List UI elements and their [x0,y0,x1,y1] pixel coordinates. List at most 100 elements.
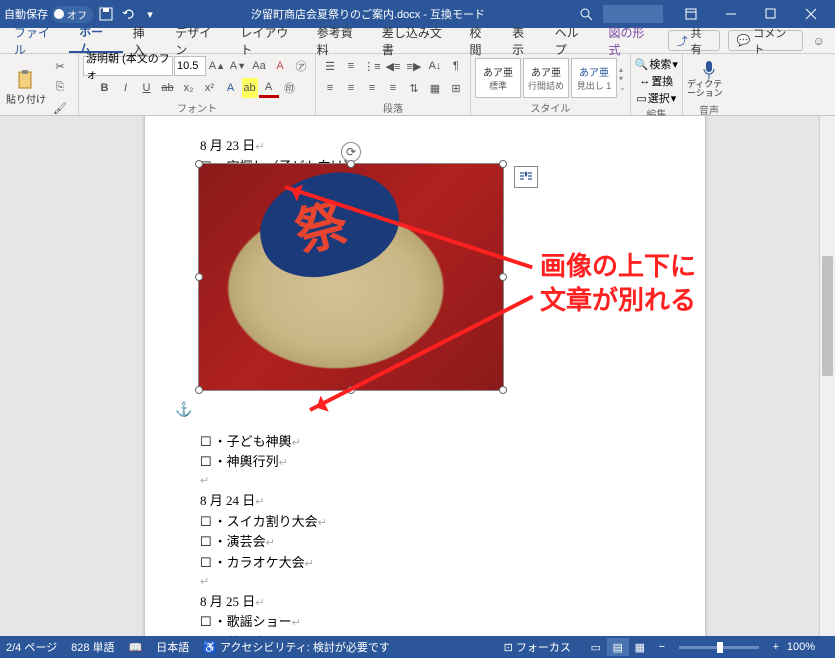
highlight-icon[interactable]: ab [242,78,258,98]
document-area: 8 月 23 日↵ ☐・宝探し（子ども向け）↵ ⟳ ⚓ ☐・子ども神輿↵ ☐・神… [0,116,835,636]
resize-handle[interactable] [499,273,507,281]
zoom-in-icon[interactable]: + [765,638,787,656]
increase-indent-icon[interactable]: ≡▶ [404,56,424,76]
tab-picture-format[interactable]: 図の形式 [599,28,664,53]
web-layout-icon[interactable]: ▦ [629,638,651,656]
autosave-toggle[interactable]: オフ [52,6,93,23]
align-center-icon[interactable]: ≡ [341,78,361,98]
layout-options-icon[interactable] [514,166,538,188]
change-case-icon[interactable]: Aa [249,56,269,76]
tab-references[interactable]: 参考資料 [307,28,372,53]
word-count[interactable]: 828 単語 [71,639,114,655]
voice-label: 音声 [687,102,731,116]
style-heading1[interactable]: あア亜 見出し 1 [571,58,617,98]
multilevel-icon[interactable]: ⋮≡ [362,56,382,76]
account-area[interactable] [603,5,663,23]
borders-icon[interactable]: ⊞ [446,78,466,98]
superscript-icon[interactable]: x² [200,78,220,98]
save-icon[interactable] [97,5,115,23]
find-button[interactable]: 🔍検索▾ [635,56,678,72]
scrollbar-thumb[interactable] [822,256,833,376]
share-button[interactable]: ⤴共有 [668,30,720,51]
zoom-out-icon[interactable]: − [651,638,673,656]
bold-icon[interactable]: B [95,78,115,98]
feedback-icon[interactable]: ☺ [807,28,831,53]
zoom-slider[interactable] [679,646,759,649]
resize-handle[interactable] [347,160,355,168]
shading-icon[interactable]: ▦ [425,78,445,98]
resize-handle[interactable] [499,160,507,168]
tab-view[interactable]: 表示 [502,28,545,53]
blank-line: ↵ [200,473,650,491]
align-right-icon[interactable]: ≡ [362,78,382,98]
numbering-icon[interactable]: ≡ [341,56,361,76]
close-button[interactable] [791,0,831,28]
sort-icon[interactable]: A↓ [425,56,445,76]
language-indicator[interactable]: 日本語 [156,639,189,655]
phonetic-icon[interactable]: ㋐ [291,56,311,76]
italic-icon[interactable]: I [116,78,136,98]
list-item: ☐・歌謡ショー↵ [200,612,650,633]
page[interactable]: 8 月 23 日↵ ☐・宝探し（子ども向け）↵ ⟳ ⚓ ☐・子ども神輿↵ ☐・神… [145,116,705,636]
text-effects-icon[interactable]: A [221,78,241,98]
tab-help[interactable]: ヘルプ [545,28,599,53]
underline-icon[interactable]: U [137,78,157,98]
paste-label: 貼り付け [6,91,46,106]
qat-dropdown-icon[interactable]: ▾ [141,5,159,23]
focus-mode[interactable]: ⊡フォーカス [504,639,571,655]
tab-file[interactable]: ファイル [4,28,69,53]
show-marks-icon[interactable]: ¶ [446,56,466,76]
page-indicator[interactable]: 2/4 ページ [6,639,57,655]
subscript-icon[interactable]: x₂ [179,78,199,98]
grow-font-icon[interactable]: A▲ [207,56,227,76]
spelling-icon[interactable]: 📖 [129,641,143,654]
print-layout-icon[interactable]: ▤ [607,638,629,656]
style-normal[interactable]: あア亜 標準 [475,58,521,98]
tab-review[interactable]: 校閲 [460,28,503,53]
font-label: フォント [83,100,311,114]
style-nospacing[interactable]: あア亜 行間詰め [523,58,569,98]
decrease-indent-icon[interactable]: ◀≡ [383,56,403,76]
shrink-font-icon[interactable]: A▼ [228,56,248,76]
strikethrough-icon[interactable]: ab [158,78,178,98]
group-styles: あア亜 標準 あア亜 行間詰め あア亜 見出し 1 ▴▾⌄ スタイル [471,54,631,115]
replace-button[interactable]: ↔置換 [639,73,673,89]
styles-gallery-more[interactable]: ▴▾⌄ [619,65,626,92]
bullets-icon[interactable]: ☰ [320,56,340,76]
accessibility-indicator[interactable]: ♿アクセシビリティ: 検討が必要です [203,639,390,655]
cut-icon[interactable]: ✂ [50,56,70,76]
tab-design[interactable]: デザイン [165,28,230,53]
search-icon[interactable] [577,5,595,23]
rotate-handle-icon[interactable]: ⟳ [341,142,361,162]
vertical-scrollbar[interactable] [819,116,835,636]
enclose-char-icon[interactable]: ㊞ [280,78,300,98]
font-color-icon[interactable]: A [259,78,279,98]
select-button[interactable]: ▭選択▾ [636,90,676,106]
tab-mailings[interactable]: 差し込み文書 [372,28,460,53]
resize-handle[interactable] [499,386,507,394]
font-size-select[interactable]: 10.5 [174,56,206,76]
align-left-icon[interactable]: ≡ [320,78,340,98]
line-spacing-icon[interactable]: ⇅ [404,78,424,98]
tab-layout[interactable]: レイアウト [230,28,306,53]
styles-label: スタイル [475,100,626,114]
format-painter-icon[interactable]: 🖌 [50,98,70,118]
font-name-select[interactable]: 游明朝 (本文のフォ [83,56,173,76]
dictate-button[interactable]: ディクテーション [687,56,731,102]
resize-handle[interactable] [195,386,203,394]
minimize-button[interactable] [711,0,751,28]
undo-icon[interactable] [119,5,137,23]
read-mode-icon[interactable]: ▭ [585,638,607,656]
anchor-icon[interactable]: ⚓ [175,401,192,418]
clear-format-icon[interactable]: A [270,56,290,76]
inserted-image[interactable]: ⟳ [198,163,504,391]
comments-button[interactable]: 💬コメント [728,30,803,51]
zoom-level[interactable]: 100% [787,641,815,653]
copy-icon[interactable]: ⎘ [50,77,70,97]
list-item: ☐・神輿行列↵ [200,452,650,473]
justify-icon[interactable]: ≡ [383,78,403,98]
resize-handle[interactable] [195,273,203,281]
paste-button[interactable]: 貼り付け [4,64,48,110]
date-3: 8 月 25 日↵ [200,592,650,613]
resize-handle[interactable] [195,160,203,168]
